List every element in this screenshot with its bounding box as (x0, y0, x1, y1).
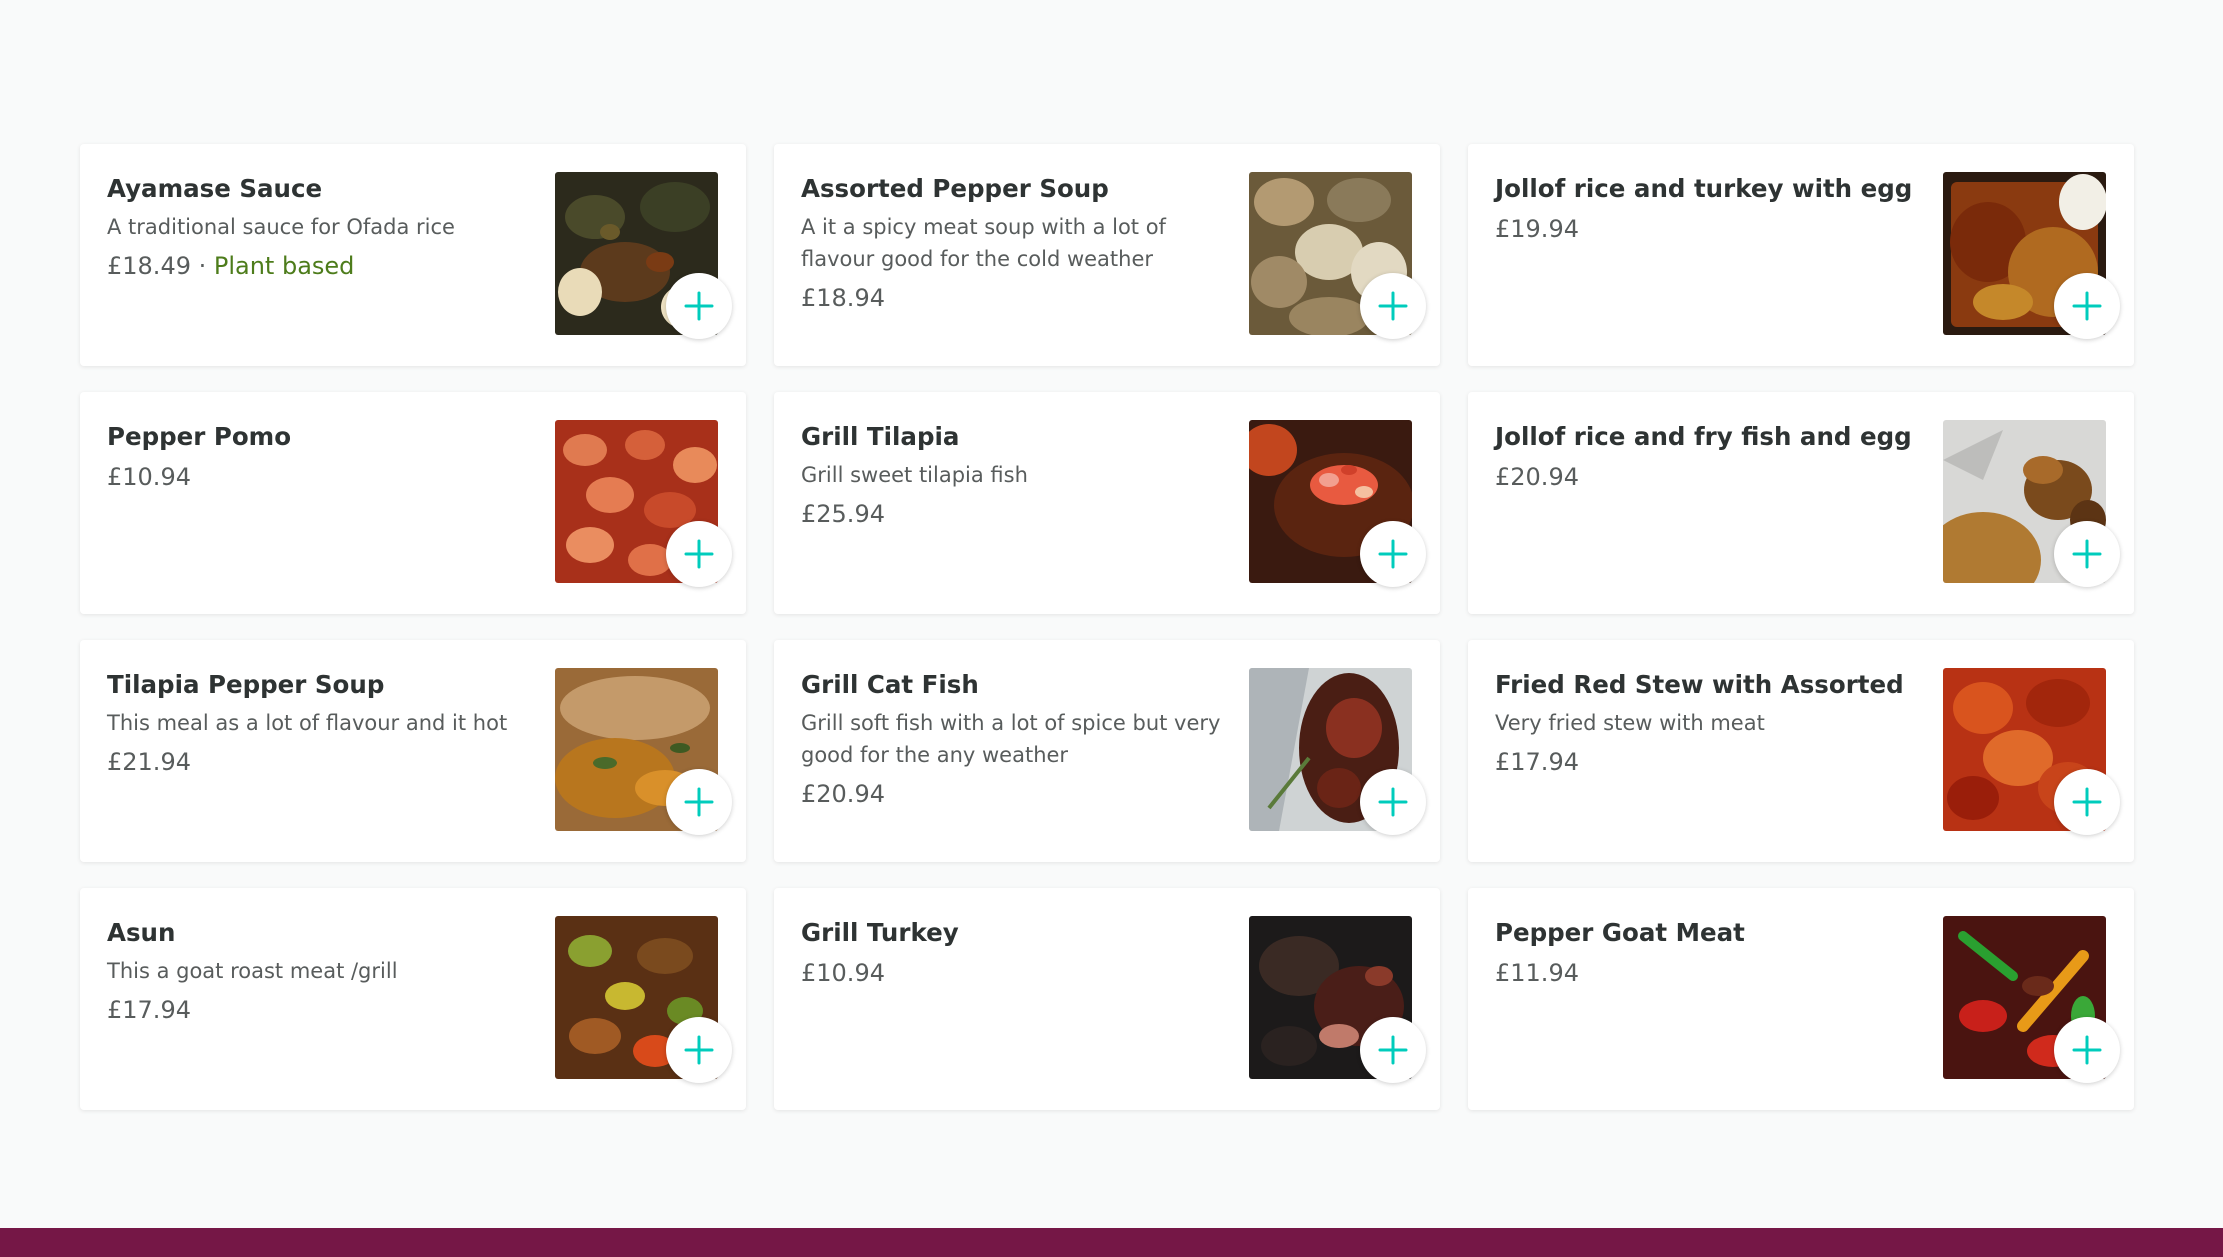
menu-item-info: Pepper Goat Meat £11.94 (1495, 916, 1935, 990)
menu-item-name: Assorted Pepper Soup (801, 174, 1109, 203)
menu-item-info: Jollof rice and fry fish and egg £20.94 (1495, 420, 1935, 494)
menu-item-price: £10.94 (801, 959, 885, 987)
menu-item-name: Tilapia Pepper Soup (107, 670, 385, 699)
menu-item-card[interactable]: Pepper Goat Meat £11.94 (1468, 888, 2134, 1110)
add-to-basket-button[interactable] (666, 521, 732, 587)
menu-item-description: This meal as a lot of flavour and it hot (107, 711, 508, 735)
menu-item-name: Pepper Pomo (107, 422, 292, 451)
add-to-basket-button[interactable] (666, 1017, 732, 1083)
plus-icon (684, 291, 714, 321)
add-to-basket-button[interactable] (666, 273, 732, 339)
menu-item-description: Very fried stew with meat (1495, 711, 1765, 735)
add-to-basket-button[interactable] (666, 769, 732, 835)
add-to-basket-button[interactable] (2054, 521, 2120, 587)
menu-item-name: Asun (107, 918, 176, 947)
menu-item-info: Jollof rice and turkey with egg £19.94 (1495, 172, 1935, 246)
menu-item-name: Grill Cat Fish (801, 670, 979, 699)
menu-item-name: Grill Turkey (801, 918, 959, 947)
menu-item-meta: £17.94 (1495, 745, 1935, 779)
menu-item-card[interactable]: Jollof rice and turkey with egg £19.94 (1468, 144, 2134, 366)
menu-item-meta: £10.94 (801, 956, 1241, 990)
menu-item-card[interactable]: Assorted Pepper Soup A it a spicy meat s… (774, 144, 1440, 366)
menu-item-price: £18.94 (801, 284, 885, 312)
menu-item-name: Fried Red Stew with Assorted (1495, 670, 1904, 699)
menu-item-meta: £10.94 (107, 460, 547, 494)
menu-item-name: Pepper Goat Meat (1495, 918, 1745, 947)
menu-item-description: Grill soft fish with a lot of spice but … (801, 711, 1221, 767)
plus-icon (2072, 787, 2102, 817)
plus-icon (2072, 291, 2102, 321)
menu-item-description: This a goat roast meat /grill (107, 959, 398, 983)
menu-item-info: Pepper Pomo £10.94 (107, 420, 547, 494)
menu-item-info: Grill Turkey £10.94 (801, 916, 1241, 990)
menu-item-price: £25.94 (801, 500, 885, 528)
menu-item-name: Jollof rice and turkey with egg (1495, 174, 1913, 203)
footer-bar (0, 1228, 2223, 1257)
plus-icon (2072, 539, 2102, 569)
menu-item-name: Jollof rice and fry fish and egg (1495, 422, 1912, 451)
menu-item-card[interactable]: Pepper Pomo £10.94 (80, 392, 746, 614)
menu-item-meta: £20.94 (801, 777, 1241, 811)
menu-item-price: £20.94 (801, 780, 885, 808)
plus-icon (684, 787, 714, 817)
menu-item-card[interactable]: Grill Tilapia Grill sweet tilapia fish £… (774, 392, 1440, 614)
menu-item-card[interactable]: Fried Red Stew with Assorted Very fried … (1468, 640, 2134, 862)
plus-icon (684, 1035, 714, 1065)
menu-grid: Ayamase Sauce A traditional sauce for Of… (80, 144, 2134, 1110)
plus-icon (1378, 291, 1408, 321)
menu-item-price: £17.94 (1495, 748, 1579, 776)
plus-icon (1378, 539, 1408, 569)
menu-item-price: £19.94 (1495, 215, 1579, 243)
add-to-basket-button[interactable] (1360, 521, 1426, 587)
menu-item-price: £21.94 (107, 748, 191, 776)
menu-item-price: £18.49 (107, 252, 191, 280)
menu-item-price: £11.94 (1495, 959, 1579, 987)
menu-item-description: A traditional sauce for Ofada rice (107, 215, 455, 239)
menu-item-meta: £17.94 (107, 993, 547, 1027)
menu-item-meta: £19.94 (1495, 212, 1935, 246)
menu-item-card[interactable]: Asun This a goat roast meat /grill £17.9… (80, 888, 746, 1110)
menu-item-description: A it a spicy meat soup with a lot of fla… (801, 215, 1166, 271)
menu-item-meta: £11.94 (1495, 956, 1935, 990)
menu-item-card[interactable]: Grill Cat Fish Grill soft fish with a lo… (774, 640, 1440, 862)
menu-item-card[interactable]: Tilapia Pepper Soup This meal as a lot o… (80, 640, 746, 862)
plus-icon (1378, 1035, 1408, 1065)
menu-item-name: Ayamase Sauce (107, 174, 323, 203)
add-to-basket-button[interactable] (2054, 769, 2120, 835)
add-to-basket-button[interactable] (1360, 273, 1426, 339)
menu-item-card[interactable]: Ayamase Sauce A traditional sauce for Of… (80, 144, 746, 366)
menu-item-price: £20.94 (1495, 463, 1579, 491)
add-to-basket-button[interactable] (2054, 1017, 2120, 1083)
plus-icon (2072, 1035, 2102, 1065)
menu-item-meta: £20.94 (1495, 460, 1935, 494)
menu-item-card[interactable]: Grill Turkey £10.94 (774, 888, 1440, 1110)
menu-item-card[interactable]: Jollof rice and fry fish and egg £20.94 (1468, 392, 2134, 614)
menu-item-meta: £18.94 (801, 281, 1241, 315)
meta-separator: · (190, 252, 214, 280)
menu-item-info: Assorted Pepper Soup A it a spicy meat s… (801, 172, 1241, 315)
menu-item-info: Ayamase Sauce A traditional sauce for Of… (107, 172, 547, 283)
menu-item-name: Grill Tilapia (801, 422, 960, 451)
menu-item-info: Grill Tilapia Grill sweet tilapia fish £… (801, 420, 1241, 531)
menu-item-meta: £18.49 · Plant based (107, 249, 547, 283)
menu-item-meta: £25.94 (801, 497, 1241, 531)
plus-icon (1378, 787, 1408, 817)
add-to-basket-button[interactable] (1360, 769, 1426, 835)
menu-item-description: Grill sweet tilapia fish (801, 463, 1028, 487)
plus-icon (684, 539, 714, 569)
plant-based-tag: Plant based (213, 252, 355, 280)
menu-item-price: £17.94 (107, 996, 191, 1024)
add-to-basket-button[interactable] (1360, 1017, 1426, 1083)
menu-item-info: Fried Red Stew with Assorted Very fried … (1495, 668, 1935, 779)
menu-item-info: Tilapia Pepper Soup This meal as a lot o… (107, 668, 547, 779)
add-to-basket-button[interactable] (2054, 273, 2120, 339)
menu-item-price: £10.94 (107, 463, 191, 491)
menu-item-info: Asun This a goat roast meat /grill £17.9… (107, 916, 547, 1027)
menu-item-info: Grill Cat Fish Grill soft fish with a lo… (801, 668, 1241, 811)
menu-item-meta: £21.94 (107, 745, 547, 779)
